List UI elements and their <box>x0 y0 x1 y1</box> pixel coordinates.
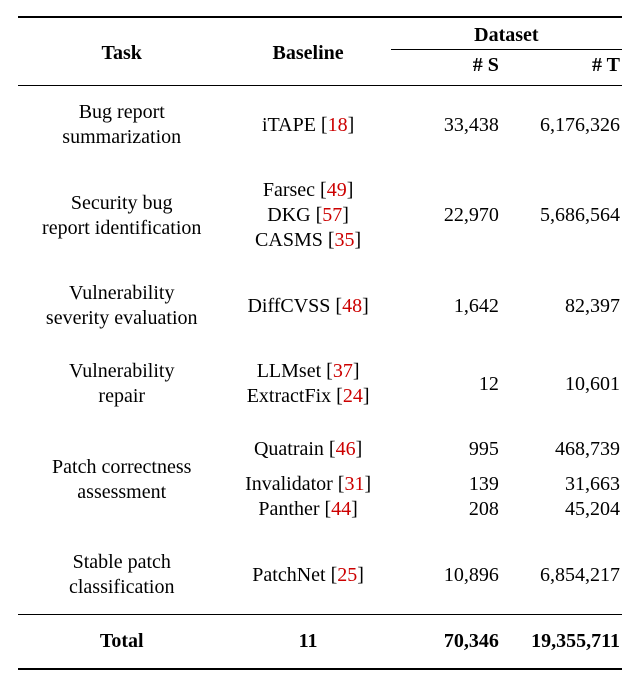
s-cell: 208 <box>391 497 505 536</box>
task-line2: severity evaluation <box>46 307 198 329</box>
cite-close: ] <box>362 295 369 317</box>
table-row: Patch correctness assessment Quatrain [4… <box>18 423 622 472</box>
cite-close: ] <box>355 229 362 251</box>
task-line2: classification <box>69 576 175 598</box>
table-row: Bug report summarization iTAPE [18] 33,4… <box>18 86 622 165</box>
task-line1: Bug report <box>79 101 165 123</box>
total-s: 70,346 <box>391 615 505 670</box>
col-baseline: Baseline <box>225 17 390 86</box>
t-cell: 45,204 <box>505 497 622 536</box>
baseline-name: LLMset [ <box>257 360 333 382</box>
baseline-cell: LLMset [37] ExtractFix [24] <box>225 345 390 423</box>
task-cell: Stable patch classification <box>18 536 225 615</box>
t-cell: 82,397 <box>505 267 622 345</box>
task-line2: repair <box>98 385 145 407</box>
baseline-name: CASMS [ <box>255 229 334 251</box>
task-cell: Vulnerability severity evaluation <box>18 267 225 345</box>
t-cell: 31,663 <box>505 472 622 497</box>
total-t: 19,355,711 <box>505 615 622 670</box>
baseline-name: DKG [ <box>267 204 322 226</box>
task-line2: report identification <box>42 217 201 239</box>
task-cell: Patch correctness assessment <box>18 423 225 536</box>
baseline-name: Quatrain [ <box>254 438 336 460</box>
cite-num: 44 <box>331 498 351 520</box>
t-cell: 468,739 <box>505 423 622 472</box>
total-row: Total 11 70,346 19,355,711 <box>18 615 622 670</box>
col-dataset: Dataset <box>391 17 622 50</box>
baseline-name: Invalidator [ <box>245 473 344 495</box>
baseline-cell: Farsec [49] DKG [57] CASMS [35] <box>225 164 390 267</box>
s-cell: 22,970 <box>391 164 505 267</box>
cite-close: ] <box>342 204 349 226</box>
col-t: # T <box>505 50 622 86</box>
cite-close: ] <box>348 114 355 136</box>
baseline-cell: Invalidator [31] <box>225 472 390 497</box>
cite-close: ] <box>363 385 370 407</box>
task-line1: Vulnerability <box>69 360 174 382</box>
cite-close: ] <box>347 179 354 201</box>
baseline-cell: DiffCVSS [48] <box>225 267 390 345</box>
cite-num: 25 <box>337 564 357 586</box>
baseline-cell: iTAPE [18] <box>225 86 390 165</box>
table-row: Vulnerability severity evaluation DiffCV… <box>18 267 622 345</box>
task-line1: Vulnerability <box>69 282 174 304</box>
task-cell: Vulnerability repair <box>18 345 225 423</box>
s-cell: 139 <box>391 472 505 497</box>
s-cell: 33,438 <box>391 86 505 165</box>
s-cell: 12 <box>391 345 505 423</box>
task-line1: Security bug <box>71 192 173 214</box>
baseline-name: Farsec [ <box>263 179 327 201</box>
task-cell: Security bug report identification <box>18 164 225 267</box>
total-label: Total <box>18 615 225 670</box>
baseline-cell: Quatrain [46] <box>225 423 390 472</box>
t-cell: 5,686,564 <box>505 164 622 267</box>
task-line1: Stable patch <box>73 551 171 573</box>
col-task: Task <box>18 17 225 86</box>
baseline-cell: Panther [44] <box>225 497 390 536</box>
total-baseline: 11 <box>225 615 390 670</box>
baseline-name: iTAPE [ <box>262 114 328 136</box>
table-row: Stable patch classification PatchNet [25… <box>18 536 622 615</box>
table-row: Security bug report identification Farse… <box>18 164 622 267</box>
header-row-1: Task Baseline Dataset <box>18 17 622 50</box>
t-cell: 6,176,326 <box>505 86 622 165</box>
cite-close: ] <box>356 438 363 460</box>
baseline-name: PatchNet [ <box>252 564 337 586</box>
table-container: Task Baseline Dataset # S # T Bug report… <box>0 0 640 680</box>
cite-num: 48 <box>342 295 362 317</box>
cite-num: 31 <box>344 473 364 495</box>
cite-close: ] <box>357 564 364 586</box>
cite-num: 57 <box>322 204 342 226</box>
data-table: Task Baseline Dataset # S # T Bug report… <box>18 16 622 670</box>
cite-num: 24 <box>343 385 363 407</box>
s-cell: 1,642 <box>391 267 505 345</box>
s-cell: 995 <box>391 423 505 472</box>
t-cell: 6,854,217 <box>505 536 622 615</box>
cite-num: 37 <box>333 360 353 382</box>
cite-num: 35 <box>335 229 355 251</box>
cite-num: 18 <box>328 114 348 136</box>
cite-close: ] <box>364 473 371 495</box>
baseline-cell: PatchNet [25] <box>225 536 390 615</box>
baseline-name: DiffCVSS [ <box>247 295 342 317</box>
table-row: Vulnerability repair LLMset [37] Extract… <box>18 345 622 423</box>
task-line2: summarization <box>62 126 181 148</box>
s-cell: 10,896 <box>391 536 505 615</box>
task-line1: Patch correctness <box>52 456 191 478</box>
baseline-name: ExtractFix [ <box>247 385 343 407</box>
task-line2: assessment <box>77 481 166 503</box>
cite-close: ] <box>351 498 358 520</box>
cite-num: 49 <box>327 179 347 201</box>
t-cell: 10,601 <box>505 345 622 423</box>
cite-num: 46 <box>336 438 356 460</box>
col-s: # S <box>391 50 505 86</box>
cite-close: ] <box>353 360 360 382</box>
task-cell: Bug report summarization <box>18 86 225 165</box>
baseline-name: Panther [ <box>258 498 331 520</box>
